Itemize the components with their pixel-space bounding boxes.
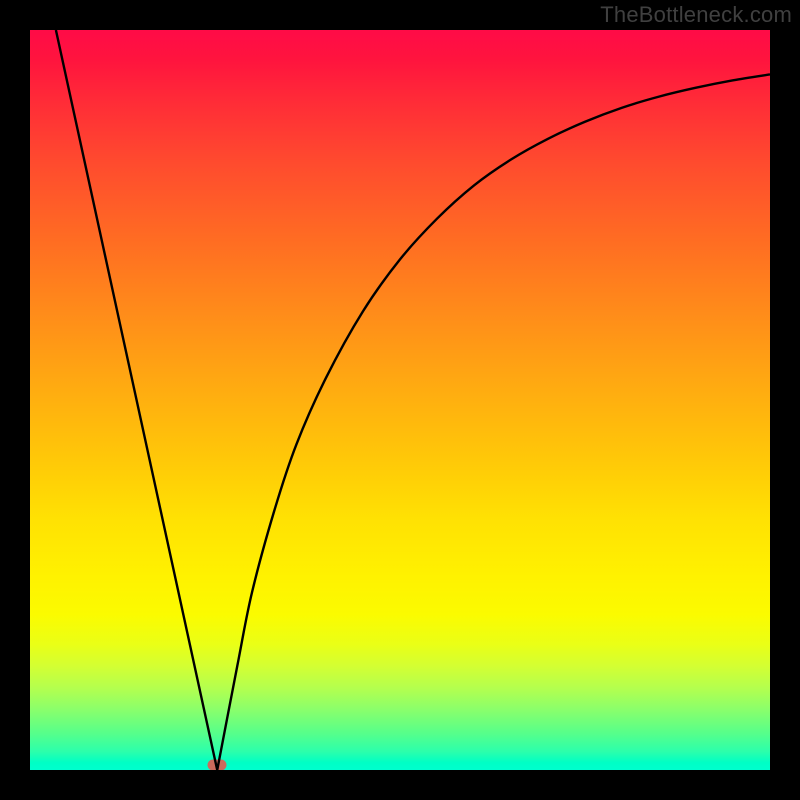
bottleneck-curve [56, 30, 770, 770]
watermark-text: TheBottleneck.com [600, 2, 792, 28]
curve-svg [30, 30, 770, 770]
plot-area [30, 30, 770, 770]
chart-frame: TheBottleneck.com [0, 0, 800, 800]
